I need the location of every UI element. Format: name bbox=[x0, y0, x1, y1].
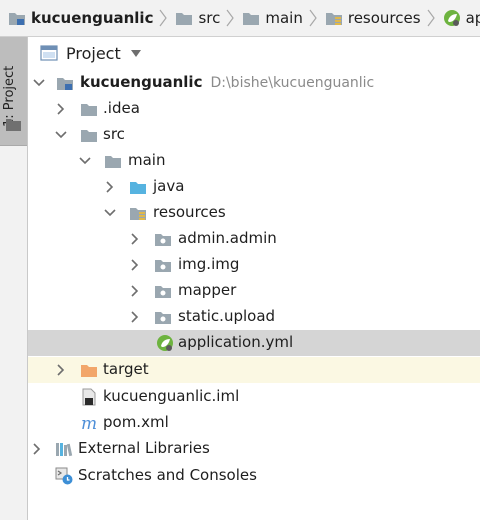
tree-node-mapper[interactable]: mapper bbox=[28, 278, 480, 304]
breadcrumb-label: src bbox=[198, 9, 221, 27]
chevron-right-icon bbox=[159, 8, 168, 28]
node-label: resources bbox=[153, 203, 226, 221]
breadcrumb-item-resources[interactable]: resources bbox=[317, 0, 421, 36]
tree-node-resources[interactable]: resources bbox=[28, 200, 480, 226]
node-label: application.yml bbox=[178, 333, 294, 351]
module-file-icon bbox=[80, 388, 98, 406]
tree-node-admin-admin[interactable]: admin.admin bbox=[28, 226, 480, 252]
breadcrumb-item-application[interactable]: applica bbox=[435, 0, 480, 36]
node-label: External Libraries bbox=[78, 439, 210, 457]
tree-node-static-upload[interactable]: static.upload bbox=[28, 304, 480, 330]
breadcrumb-label: resources bbox=[347, 9, 421, 27]
project-panel-header: Project bbox=[28, 37, 480, 69]
svg-text:m: m bbox=[81, 414, 97, 432]
idea-label: idea bbox=[107, 99, 140, 117]
breadcrumb-item-main[interactable]: main bbox=[234, 0, 303, 36]
node-label: mapper bbox=[178, 281, 237, 299]
node-label: pom.xml bbox=[103, 413, 169, 431]
folder-icon bbox=[80, 126, 98, 144]
breadcrumb-label: applica bbox=[465, 9, 480, 27]
node-label: kucuenguanlic.iml bbox=[103, 387, 240, 405]
root-module-path: D:\bishe\kucuenguanlic bbox=[210, 75, 375, 91]
left-tool-window-strip: 1: Project bbox=[0, 37, 28, 520]
node-label: static.upload bbox=[178, 307, 276, 325]
folder-icon bbox=[175, 10, 193, 26]
chevron-right-icon[interactable] bbox=[54, 102, 68, 116]
spring-config-icon bbox=[156, 334, 174, 352]
breadcrumb-label: kucuenguanlic bbox=[31, 9, 154, 27]
module-folder-icon bbox=[56, 74, 74, 92]
module-folder-icon bbox=[8, 10, 26, 26]
chevron-right-icon[interactable] bbox=[103, 180, 117, 194]
scratches-icon bbox=[55, 467, 73, 485]
folder-icon bbox=[242, 10, 260, 26]
node-label: java bbox=[153, 177, 185, 195]
maven-icon: m bbox=[80, 414, 98, 432]
chevron-right-icon[interactable] bbox=[54, 363, 68, 377]
tree-node-main[interactable]: main bbox=[28, 148, 480, 174]
panel-title: Project bbox=[66, 43, 121, 63]
chevron-down-icon[interactable] bbox=[54, 128, 68, 142]
package-folder-icon bbox=[154, 230, 172, 248]
folder-icon bbox=[6, 117, 21, 135]
node-label: main bbox=[128, 151, 166, 169]
library-icon bbox=[55, 440, 73, 458]
resources-folder-icon bbox=[325, 10, 343, 26]
chevron-right-icon bbox=[309, 8, 317, 28]
node-label: src bbox=[103, 125, 125, 143]
chevron-right-icon bbox=[226, 8, 235, 28]
folder-icon bbox=[80, 100, 98, 118]
package-folder-icon bbox=[154, 282, 172, 300]
tree-node-img-img[interactable]: img.img bbox=[28, 252, 480, 278]
tree-node-pom-xml[interactable]: m pom.xml bbox=[28, 410, 480, 436]
spring-config-icon bbox=[443, 9, 461, 27]
breadcrumb-label: main bbox=[265, 9, 303, 27]
chevron-right-icon[interactable] bbox=[128, 284, 142, 298]
node-label: .idea bbox=[103, 99, 140, 117]
node-label: admin.admin bbox=[178, 229, 277, 247]
breadcrumb-item-src[interactable]: src bbox=[167, 0, 220, 36]
node-label: img.img bbox=[178, 255, 240, 273]
root-module-name: kucuenguanlic bbox=[80, 73, 203, 91]
chevron-right-icon[interactable] bbox=[30, 442, 44, 456]
excluded-folder-icon bbox=[80, 361, 98, 379]
tree-node-java[interactable]: java bbox=[28, 174, 480, 200]
triangle-down-icon[interactable] bbox=[130, 49, 141, 57]
tree-node-application-yml[interactable]: application.yml bbox=[28, 330, 480, 356]
node-label: Scratches and Consoles bbox=[78, 466, 257, 484]
chevron-right-icon[interactable] bbox=[128, 232, 142, 246]
chevron-down-icon[interactable] bbox=[103, 206, 117, 220]
package-folder-icon bbox=[154, 256, 172, 274]
chevron-down-icon[interactable] bbox=[32, 76, 46, 90]
tree-node-iml-file[interactable]: kucuenguanlic.iml bbox=[28, 384, 480, 410]
tree-node-external-libraries[interactable]: External Libraries bbox=[28, 436, 480, 462]
package-folder-icon bbox=[154, 308, 172, 326]
breadcrumb-item-kucuenguanlic[interactable]: kucuenguanlic bbox=[0, 0, 153, 36]
tree-node-scratches-consoles[interactable]: Scratches and Consoles bbox=[28, 463, 480, 489]
node-label: target bbox=[103, 360, 149, 378]
chevron-right-icon[interactable] bbox=[128, 258, 142, 272]
chevron-right-icon bbox=[427, 8, 435, 28]
project-window-icon bbox=[40, 45, 58, 61]
project-tool-window-tab[interactable]: 1: Project bbox=[0, 37, 27, 146]
navigation-breadcrumb: kucuenguanlic src main resources applica bbox=[0, 0, 480, 37]
source-folder-icon bbox=[129, 178, 147, 196]
folder-icon bbox=[104, 152, 122, 170]
node-label: kucuenguanlic D:\bishe\kucuenguanlic bbox=[80, 73, 374, 91]
tree-node-root-module[interactable]: kucuenguanlic D:\bishe\kucuenguanlic bbox=[28, 70, 480, 96]
tree-node-idea[interactable]: .idea bbox=[28, 96, 480, 122]
chevron-right-icon[interactable] bbox=[128, 310, 142, 324]
chevron-down-icon[interactable] bbox=[78, 154, 92, 168]
resources-folder-icon bbox=[129, 204, 147, 222]
tree-node-target[interactable]: target bbox=[28, 357, 480, 383]
tree-node-src[interactable]: src bbox=[28, 122, 480, 148]
